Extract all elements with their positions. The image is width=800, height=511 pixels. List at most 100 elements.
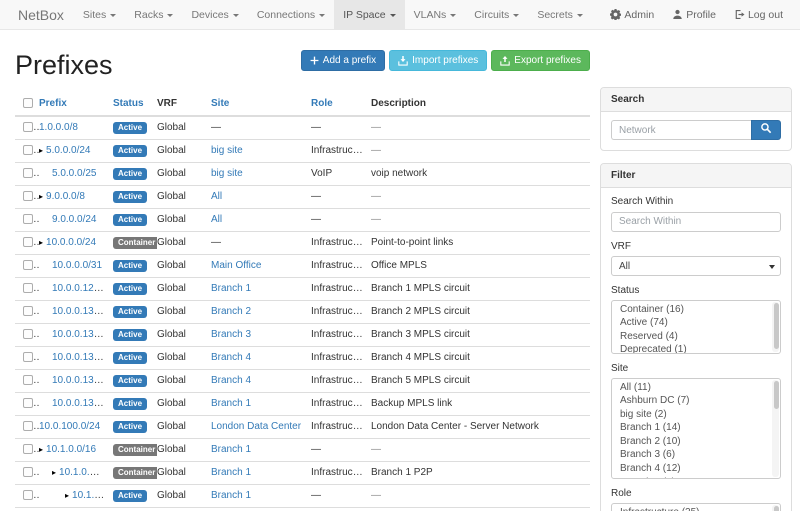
site-link[interactable]: Branch 1 [211, 467, 251, 478]
listbox-option[interactable]: Container (16) [612, 303, 780, 317]
description-cell: — [371, 209, 590, 232]
scrollbar-thumb[interactable] [774, 381, 779, 409]
column-header-prefix: Prefix [39, 92, 113, 116]
row-checkbox[interactable] [23, 122, 33, 132]
listbox-option[interactable]: big site (2) [612, 408, 780, 422]
site-link[interactable]: All [211, 191, 222, 202]
prefix-link[interactable]: 10.0.0.134/31 [52, 352, 113, 363]
nav-item-profile[interactable]: Profile [663, 0, 725, 29]
prefix-cell: 10.1.0.0/26 [39, 508, 113, 511]
filter-input-search-within[interactable] [611, 212, 781, 232]
prefix-cell: ▸10.1.0.0/25 [39, 485, 113, 508]
listbox-option[interactable]: Reserved (4) [612, 330, 780, 344]
status-badge: Active [113, 283, 147, 295]
row-checkbox[interactable] [23, 375, 33, 385]
row-checkbox[interactable] [23, 168, 33, 178]
prefix-link[interactable]: 10.0.0.128/31 [52, 283, 113, 294]
row-checkbox[interactable] [23, 306, 33, 316]
listbox-option[interactable]: Ashburn DC (7) [612, 394, 780, 408]
row-checkbox[interactable] [23, 398, 33, 408]
site-link[interactable]: Branch 3 [211, 329, 251, 340]
search-input[interactable] [611, 120, 751, 140]
site-link[interactable]: Branch 2 [211, 306, 251, 317]
listbox-option[interactable]: Branch 2 (10) [612, 435, 780, 449]
row-checkbox[interactable] [23, 444, 33, 454]
row-checkbox[interactable] [23, 145, 33, 155]
site-link[interactable]: Branch 1 [211, 398, 251, 409]
filter-select-vrf[interactable]: All [611, 256, 781, 276]
sort-link-prefix[interactable]: Prefix [39, 98, 67, 109]
nav-item-ip-space[interactable]: IP Space [334, 0, 404, 29]
prefix-link[interactable]: 5.0.0.0/24 [46, 145, 90, 156]
prefix-link[interactable]: 1.0.0.0/8 [39, 122, 78, 133]
nav-item-devices[interactable]: Devices [182, 0, 247, 29]
site-cell: Branch 1 [211, 485, 311, 508]
listbox-option[interactable]: Branch 1 (14) [612, 421, 780, 435]
row-checkbox[interactable] [23, 352, 33, 362]
site-link[interactable]: Branch 1 [211, 283, 251, 294]
prefix-link[interactable]: 10.0.0.132/31 [52, 329, 113, 340]
row-checkbox[interactable] [23, 260, 33, 270]
prefix-link[interactable]: 9.0.0.0/8 [46, 191, 85, 202]
filter-listbox-site: All (11)Ashburn DC (7)big site (2)Branch… [611, 378, 781, 479]
row-checkbox[interactable] [23, 237, 33, 247]
scrollbar-thumb[interactable] [774, 303, 779, 349]
prefix-link[interactable]: 10.0.0.0/31 [52, 260, 102, 271]
row-checkbox[interactable] [23, 421, 33, 431]
nav-item-secrets[interactable]: Secrets [528, 0, 592, 29]
prefix-link[interactable]: 10.0.0.138/31 [52, 398, 113, 409]
row-checkbox[interactable] [23, 329, 33, 339]
nav-item-racks[interactable]: Racks [125, 0, 182, 29]
row-checkbox[interactable] [23, 283, 33, 293]
site-link[interactable]: big site [211, 168, 243, 179]
site-link[interactable]: big site [211, 145, 243, 156]
scrollbar-thumb[interactable] [774, 506, 779, 511]
import-prefixes-button[interactable]: Import prefixes [389, 50, 487, 71]
site-link[interactable]: All [211, 214, 222, 225]
site-link[interactable]: Branch 4 [211, 375, 251, 386]
add-prefix-button[interactable]: Add a prefix [301, 50, 385, 71]
tree-indent [39, 474, 52, 475]
site-link[interactable]: London Data Center [211, 421, 301, 432]
row-checkbox[interactable] [23, 214, 33, 224]
prefix-link[interactable]: 5.0.0.0/25 [52, 168, 96, 179]
prefix-link[interactable]: 10.0.0.136/31 [52, 375, 113, 386]
prefix-link[interactable]: 10.0.100.0/24 [39, 421, 100, 432]
prefix-link[interactable]: 10.1.0.0/24 [59, 467, 109, 478]
nav-item-admin[interactable]: Admin [601, 0, 663, 29]
nav-item-vlans[interactable]: VLANs [405, 0, 466, 29]
row-checkbox[interactable] [23, 467, 33, 477]
filter-listbox-status: Container (16)Active (74)Reserved (4)Dep… [611, 300, 781, 354]
sort-link-status[interactable]: Status [113, 98, 144, 109]
search-button[interactable] [751, 120, 781, 140]
row-checkbox[interactable] [23, 490, 33, 500]
listbox-option[interactable]: Infrastructure (25) [612, 506, 780, 511]
export-prefixes-button[interactable]: Export prefixes [491, 50, 590, 71]
prefix-link[interactable]: 10.1.0.0/25 [72, 490, 113, 501]
site-link[interactable]: Branch 1 [211, 444, 251, 455]
brand-netbox[interactable]: NetBox [8, 0, 74, 29]
site-link[interactable]: Branch 1 [211, 490, 251, 501]
sort-link-site[interactable]: Site [211, 98, 229, 109]
site-link[interactable]: Main Office [211, 260, 261, 271]
site-cell: London Data Center [211, 416, 311, 439]
nav-item-circuits[interactable]: Circuits [465, 0, 528, 29]
prefix-link[interactable]: 10.1.0.0/16 [46, 444, 96, 455]
nav-item-sites[interactable]: Sites [74, 0, 125, 29]
prefix-link[interactable]: 10.0.0.130/31 [52, 306, 113, 317]
listbox-option[interactable]: Branch 4 (12) [612, 462, 780, 476]
sort-link-role[interactable]: Role [311, 98, 333, 109]
listbox-option[interactable]: All (11) [612, 381, 780, 395]
site-link[interactable]: Branch 4 [211, 352, 251, 363]
row-checkbox[interactable] [23, 191, 33, 201]
listbox-option[interactable]: Deprecated (1) [612, 343, 780, 353]
prefix-link[interactable]: 10.0.0.0/24 [46, 237, 96, 248]
listbox-option[interactable]: Active (74) [612, 316, 780, 330]
select-all-checkbox[interactable] [23, 98, 33, 108]
nav-item-log-out[interactable]: Log out [725, 0, 792, 29]
nav-item-connections[interactable]: Connections [248, 0, 334, 29]
listbox-option[interactable]: Branch 3 (6) [612, 448, 780, 462]
prefix-link[interactable]: 9.0.0.0/24 [52, 214, 96, 225]
role-cell: Infrastructure [311, 324, 371, 347]
listbox-option[interactable]: Branch 5 (7) [612, 476, 780, 479]
